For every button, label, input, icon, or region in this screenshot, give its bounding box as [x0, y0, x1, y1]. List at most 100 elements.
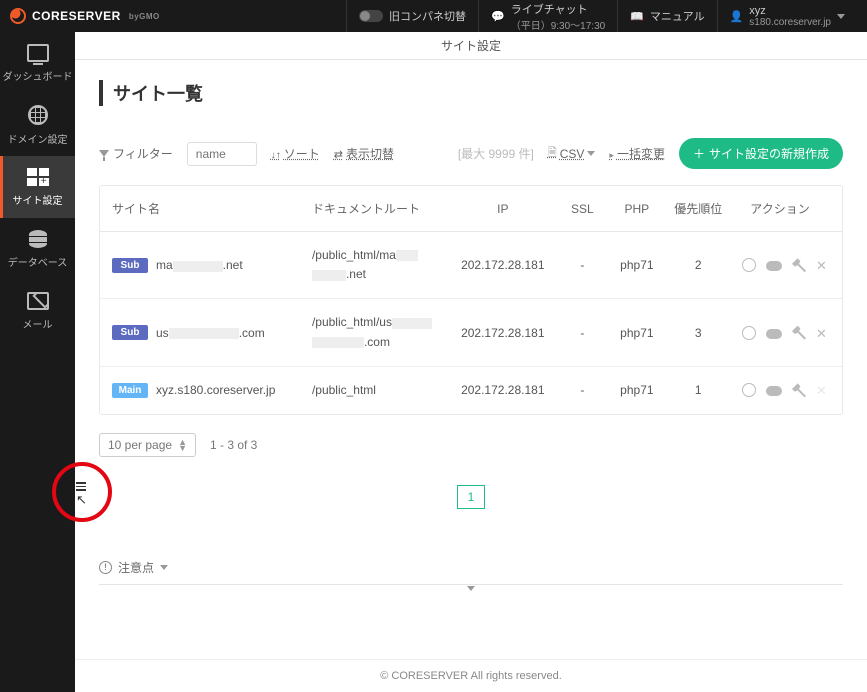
settings-icon[interactable]: [792, 383, 806, 397]
table-row[interactable]: Sub us.com /public_html/us.com 202.172.2…: [100, 298, 842, 365]
sort-icon: [271, 147, 281, 161]
site-badge: Sub: [112, 325, 148, 340]
site-name: ma.net: [156, 258, 243, 272]
attention-toggle[interactable]: ! 注意点: [99, 559, 843, 576]
sidebar: ダッシュボード ドメイン設定 サイト設定 データベース メール: [0, 32, 75, 692]
sidebar-item-dashboard[interactable]: ダッシュボード: [0, 32, 75, 94]
plus-icon: ＋: [693, 145, 705, 162]
sidebar-item-label: ダッシュボード: [3, 68, 73, 83]
cell-ssl: -: [557, 258, 607, 272]
sort-link[interactable]: ソート: [271, 145, 320, 162]
chevron-right-icon: [609, 147, 614, 161]
open-site-icon[interactable]: [742, 326, 756, 340]
sidebar-item-label: メール: [23, 316, 53, 331]
filter-label: フィルター: [99, 145, 173, 162]
monitor-icon: [27, 44, 49, 62]
swap-icon: [334, 147, 343, 161]
sidebar-item-label: サイト設定: [13, 192, 63, 207]
chat-icon: 💬: [491, 10, 505, 23]
open-site-icon[interactable]: [742, 258, 756, 272]
create-site-button[interactable]: ＋ サイト設定の新規作成: [679, 138, 843, 169]
pager: 10 per page ▲▼ 1 - 3 of 3: [99, 433, 843, 457]
cell-docroot: /public_html: [312, 381, 448, 400]
cell-ip: 202.172.28.181: [448, 383, 557, 397]
cell-actions: [730, 326, 830, 340]
cell-site: Sub ma.net: [112, 258, 312, 273]
sync-icon[interactable]: [766, 329, 782, 339]
pager-range: 1 - 3 of 3: [210, 438, 257, 452]
cell-php: php71: [607, 383, 666, 397]
account-user: xyz: [749, 5, 831, 17]
sidebar-item-database[interactable]: データベース: [0, 218, 75, 280]
cell-php: php71: [607, 326, 666, 340]
th-priority: 優先順位: [666, 200, 730, 217]
book-icon: 📖: [630, 10, 644, 23]
chat-label: ライブチャット: [511, 1, 606, 17]
user-icon: 👤: [730, 10, 744, 23]
cell-priority: 2: [666, 258, 730, 272]
sidebar-item-label: データベース: [8, 254, 68, 269]
delete-icon[interactable]: [816, 258, 830, 272]
settings-icon[interactable]: [792, 258, 806, 272]
old-panel-label: 旧コンパネ切替: [389, 8, 466, 24]
brand-logo[interactable]: CORESERVER byGMO: [10, 8, 160, 24]
sidebar-item-label: ドメイン設定: [8, 131, 68, 146]
sidebar-item-mail[interactable]: メール: [0, 280, 75, 342]
attention-label: 注意点: [118, 559, 154, 576]
chevron-down-icon: [587, 151, 595, 156]
th-docroot: ドキュメントルート: [312, 200, 448, 217]
site-badge: Main: [112, 383, 148, 398]
page-number-current[interactable]: 1: [457, 485, 486, 509]
cell-site: Main xyz.s180.coreserver.jp: [112, 383, 312, 398]
account-host: s180.coreserver.jp: [749, 17, 831, 28]
site-table: サイト名 ドキュメントルート IP SSL PHP 優先順位 アクション Sub…: [99, 185, 843, 415]
chat-hours: （平日）9:30～17:30: [511, 17, 606, 32]
account-menu[interactable]: 👤 xyz s180.coreserver.jp: [717, 0, 857, 32]
funnel-icon: [99, 150, 109, 157]
old-panel-toggle[interactable]: 旧コンパネ切替: [346, 0, 478, 32]
per-page-select[interactable]: 10 per page ▲▼: [99, 433, 196, 457]
logo-icon: [10, 8, 26, 24]
live-chat-link[interactable]: 💬 ライブチャット （平日）9:30～17:30: [478, 0, 617, 32]
page-title: サイト一覧: [99, 80, 843, 106]
cell-site: Sub us.com: [112, 325, 312, 340]
th-ssl: SSL: [557, 202, 607, 216]
toggle-icon: [359, 10, 383, 22]
footer-text: © CORESERVER All rights reserved.: [380, 670, 562, 682]
site-name: us.com: [156, 326, 265, 340]
cell-actions: [730, 383, 830, 397]
settings-icon[interactable]: [792, 326, 806, 340]
topbar: CORESERVER byGMO 旧コンパネ切替 💬 ライブチャット （平日）9…: [0, 0, 867, 32]
display-toggle-link[interactable]: 表示切替: [334, 145, 394, 162]
filter-name-input[interactable]: [187, 142, 257, 166]
breadcrumb: サイト設定: [75, 32, 867, 60]
th-ip: IP: [448, 202, 557, 216]
delete-icon[interactable]: [816, 326, 830, 340]
bulk-edit-link[interactable]: 一括変更: [609, 145, 665, 162]
csv-export-link[interactable]: CSV: [548, 144, 596, 163]
cell-priority: 1: [666, 383, 730, 397]
main-content: サイト一覧 フィルター ソート 表示切替 [最大 9999 件] CSV 一括変…: [75, 60, 867, 692]
chevron-down-icon: [837, 14, 845, 19]
table-header: サイト名 ドキュメントルート IP SSL PHP 優先順位 アクション: [100, 186, 842, 232]
table-row[interactable]: Sub ma.net /public_html/ma.net 202.172.2…: [100, 232, 842, 298]
table-row[interactable]: Main xyz.s180.coreserver.jp /public_html…: [100, 366, 842, 414]
cell-actions: [730, 258, 830, 272]
max-hint: [最大 9999 件]: [458, 145, 534, 162]
document-icon: [548, 144, 557, 163]
th-actions: アクション: [730, 200, 830, 217]
chevron-down-icon: [160, 565, 168, 570]
open-site-icon[interactable]: [742, 383, 756, 397]
delete-icon[interactable]: [816, 383, 830, 397]
sync-icon[interactable]: [766, 386, 782, 396]
sync-icon[interactable]: [766, 261, 782, 271]
database-icon: [29, 230, 47, 248]
cell-docroot: /public_html/us.com: [312, 313, 448, 351]
sidebar-item-site[interactable]: サイト設定: [0, 156, 75, 218]
collapse-toggle[interactable]: [99, 584, 843, 615]
breadcrumb-text: サイト設定: [441, 37, 501, 54]
site-name: xyz.s180.coreserver.jp: [156, 383, 275, 397]
manual-label: マニュアル: [650, 8, 705, 24]
manual-link[interactable]: 📖 マニュアル: [617, 0, 716, 32]
sidebar-item-domain[interactable]: ドメイン設定: [0, 94, 75, 156]
